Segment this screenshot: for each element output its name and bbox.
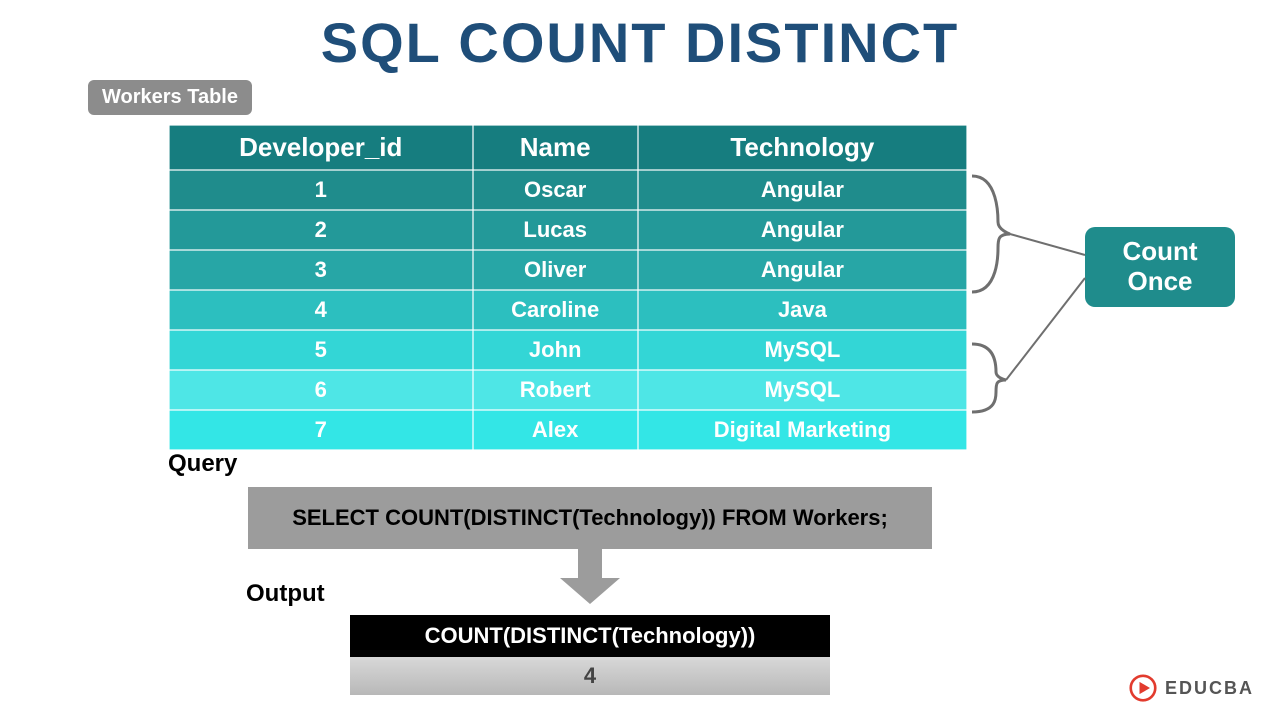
table-row: 1 Oscar Angular [169,170,967,210]
col-developer-id: Developer_id [169,125,473,170]
count-once-callout: Count Once [1085,227,1235,307]
output-table: COUNT(DISTINCT(Technology)) 4 [350,615,830,695]
workers-table-label: Workers Table [88,80,252,115]
table-row: 3 Oliver Angular [169,250,967,290]
cell-name: Oscar [473,170,638,210]
table-row: 2 Lucas Angular [169,210,967,250]
cell-tech: Angular [638,170,967,210]
cell-id: 3 [169,250,473,290]
col-name: Name [473,125,638,170]
table-row: 4 Caroline Java [169,290,967,330]
col-technology: Technology [638,125,967,170]
table-header-row: Developer_id Name Technology [169,125,967,170]
play-icon [1129,674,1157,702]
cell-id: 4 [169,290,473,330]
cell-id: 6 [169,370,473,410]
cell-id: 1 [169,170,473,210]
cell-id: 7 [169,410,473,450]
output-label: Output [246,580,325,608]
brand-text: EDUCBA [1165,678,1254,699]
cell-tech: Digital Marketing [638,410,967,450]
page-title: SQL COUNT DISTINCT [0,10,1280,75]
cell-id: 2 [169,210,473,250]
cell-name: Robert [473,370,638,410]
output-header: COUNT(DISTINCT(Technology)) [350,615,830,657]
cell-name: Lucas [473,210,638,250]
cell-name: Alex [473,410,638,450]
table-row: 7 Alex Digital Marketing [169,410,967,450]
cell-tech: MySQL [638,370,967,410]
brand-logo: EDUCBA [1129,674,1254,702]
query-box: SELECT COUNT(DISTINCT(Technology)) FROM … [248,487,932,549]
query-label: Query [168,450,237,478]
cell-name: Oliver [473,250,638,290]
cell-tech: Angular [638,210,967,250]
table-row: 5 John MySQL [169,330,967,370]
arrow-down-icon [560,548,620,608]
cell-id: 5 [169,330,473,370]
cell-tech: Java [638,290,967,330]
cell-name: Caroline [473,290,638,330]
workers-table: Developer_id Name Technology 1 Oscar Ang… [168,124,968,451]
cell-tech: MySQL [638,330,967,370]
table-row: 6 Robert MySQL [169,370,967,410]
cell-name: John [473,330,638,370]
cell-tech: Angular [638,250,967,290]
output-value: 4 [350,657,830,695]
